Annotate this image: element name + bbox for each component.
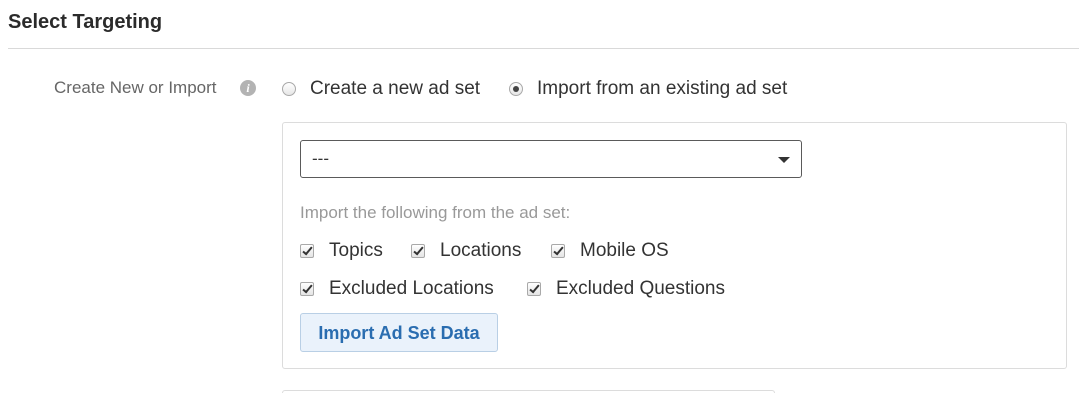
checkbox-excluded-locations[interactable]: Excluded Locations	[300, 278, 494, 300]
section-divider	[8, 48, 1079, 49]
checkbox-excluded-questions-box[interactable]	[527, 282, 541, 296]
checkbox-topics-label: Topics	[329, 240, 383, 261]
checkbox-excluded-locations-label: Excluded Locations	[329, 278, 494, 299]
checkbox-excluded-questions[interactable]: Excluded Questions	[527, 278, 725, 300]
import-fields-heading: Import the following from the ad set:	[300, 203, 571, 222]
ad-set-select-value: ---	[312, 149, 329, 168]
checkbox-topics-box[interactable]	[300, 244, 314, 258]
select-targeting-page: Select Targeting Create New or Import i …	[0, 0, 1079, 393]
checkbox-mobile-os-label: Mobile OS	[580, 240, 669, 261]
radio-create-new-ad-set[interactable]: Create a new ad set	[282, 78, 480, 100]
info-icon[interactable]: i	[240, 80, 256, 96]
section-title: Select Targeting	[8, 11, 163, 33]
checkbox-excluded-locations-box[interactable]	[300, 282, 314, 296]
create-or-import-label: Create New or Import	[54, 78, 217, 97]
checkbox-mobile-os-box[interactable]	[551, 244, 565, 258]
radio-button-create[interactable]	[282, 82, 296, 96]
import-ad-set-data-button[interactable]: Import Ad Set Data	[300, 313, 498, 352]
checkbox-topics[interactable]: Topics	[300, 240, 383, 262]
checkbox-locations[interactable]: Locations	[411, 240, 521, 262]
radio-button-import[interactable]	[509, 82, 523, 96]
caret-down-icon	[778, 157, 790, 163]
radio-label-create: Create a new ad set	[310, 78, 481, 99]
checkbox-locations-box[interactable]	[411, 244, 425, 258]
checkbox-excluded-questions-label: Excluded Questions	[556, 278, 725, 299]
checkbox-mobile-os[interactable]: Mobile OS	[551, 240, 669, 262]
radio-label-import: Import from an existing ad set	[537, 78, 788, 99]
checkbox-locations-label: Locations	[440, 240, 522, 261]
ad-set-select[interactable]: ---	[300, 140, 802, 178]
radio-import-existing-ad-set[interactable]: Import from an existing ad set	[509, 78, 787, 100]
